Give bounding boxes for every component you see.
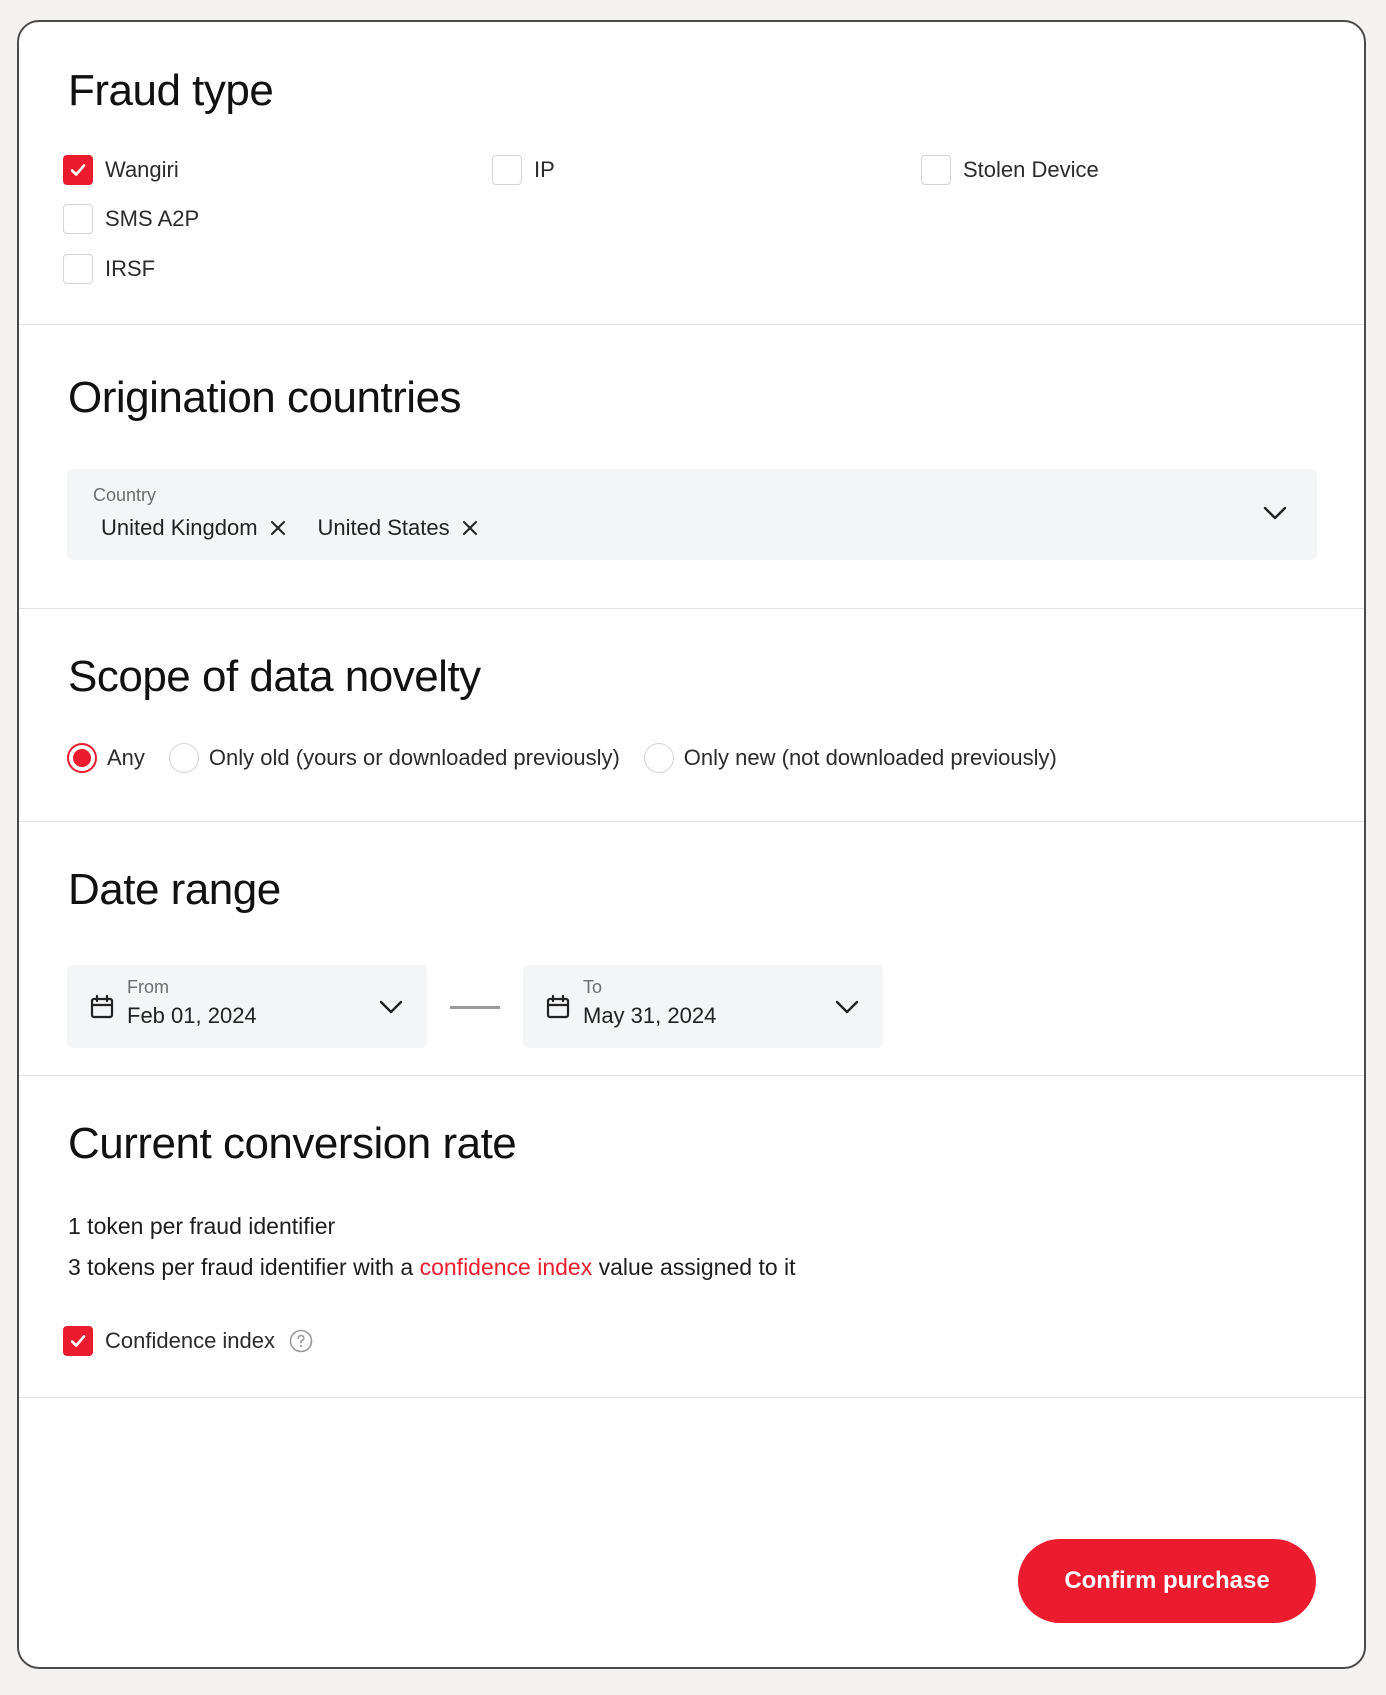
remove-chip-icon[interactable] bbox=[268, 518, 288, 538]
checkbox-label: SMS A2P bbox=[105, 206, 200, 231]
radio-unselected-icon[interactable] bbox=[168, 743, 199, 773]
radio-selected-icon[interactable] bbox=[67, 743, 97, 773]
checkbox-unchecked-icon[interactable] bbox=[492, 155, 522, 185]
checkbox-unchecked-icon[interactable] bbox=[63, 204, 93, 234]
checkbox-confidence-index[interactable]: Confidence index bbox=[63, 1325, 313, 1357]
conversion-line-2-suffix: value assigned to it bbox=[592, 1254, 796, 1280]
chip-label: United States bbox=[317, 515, 450, 540]
scope-radio-group: Any Only old (yours or downloaded previo… bbox=[67, 743, 1081, 773]
scope-title: Scope of data novelty bbox=[68, 652, 481, 701]
scope-section: Scope of data novelty Any Only old (your… bbox=[19, 609, 1364, 822]
checkbox-label: IRSF bbox=[105, 256, 156, 281]
checkbox-label: Confidence index bbox=[105, 1328, 276, 1353]
checkbox-checked-icon[interactable] bbox=[63, 1326, 93, 1356]
checkbox-label: Wangiri bbox=[105, 157, 179, 182]
country-chips: United Kingdom United States bbox=[101, 515, 510, 541]
checkbox-unchecked-icon[interactable] bbox=[63, 254, 93, 284]
date-range-title: Date range bbox=[68, 865, 281, 914]
confidence-index-link[interactable]: confidence index bbox=[420, 1254, 593, 1280]
chip-united-kingdom: United Kingdom bbox=[101, 515, 288, 541]
chip-label: United Kingdom bbox=[101, 515, 258, 540]
footer-section: Confirm purchase bbox=[19, 1398, 1364, 1667]
checkbox-label: Stolen Device bbox=[963, 157, 1099, 182]
conversion-line-1: 1 token per fraud identifier bbox=[68, 1213, 336, 1239]
checkbox-unchecked-icon[interactable] bbox=[921, 155, 951, 185]
calendar-icon bbox=[546, 994, 570, 1019]
radio-only-new[interactable]: Only new (not downloaded previously) bbox=[643, 743, 1057, 773]
checkbox-label: IP bbox=[534, 157, 555, 182]
fraud-type-section: Fraud type Wangiri IP Stolen Device SMS … bbox=[19, 22, 1364, 325]
checkbox-checked-icon[interactable] bbox=[63, 155, 93, 185]
conversion-title: Current conversion rate bbox=[68, 1119, 517, 1168]
conversion-line-2-prefix: 3 tokens per fraud identifier with a bbox=[68, 1254, 420, 1280]
date-from-caption: From bbox=[127, 977, 169, 997]
checkbox-irsf[interactable]: IRSF bbox=[63, 253, 155, 285]
calendar-icon bbox=[90, 994, 114, 1019]
origination-section: Origination countries Country United Kin… bbox=[19, 325, 1364, 609]
purchase-form-card: Fraud type Wangiri IP Stolen Device SMS … bbox=[17, 20, 1366, 1669]
country-multiselect[interactable]: Country United Kingdom United States bbox=[67, 469, 1317, 560]
date-to-caption: To bbox=[583, 977, 603, 997]
remove-chip-icon[interactable] bbox=[460, 518, 480, 538]
chip-united-states: United States bbox=[318, 515, 480, 541]
radio-label: Only old (yours or downloaded previously… bbox=[208, 745, 620, 770]
help-icon[interactable] bbox=[289, 1329, 313, 1353]
date-from-field[interactable]: From Feb 01, 2024 bbox=[67, 965, 427, 1048]
date-to-field[interactable]: To May 31, 2024 bbox=[523, 965, 883, 1048]
confirm-purchase-button[interactable]: Confirm purchase bbox=[1018, 1539, 1316, 1623]
radio-only-old[interactable]: Only old (yours or downloaded previously… bbox=[168, 743, 620, 773]
date-to-value: May 31, 2024 bbox=[583, 1003, 717, 1028]
chevron-down-icon[interactable] bbox=[1261, 499, 1289, 527]
date-from-value: Feb 01, 2024 bbox=[127, 1003, 257, 1028]
checkbox-stolen-device[interactable]: Stolen Device bbox=[921, 154, 1099, 186]
date-range-section: Date range From Feb 01, 2024 To May 31, … bbox=[19, 822, 1364, 1076]
checkbox-sms-a2p[interactable]: SMS A2P bbox=[63, 203, 199, 235]
chevron-down-icon[interactable] bbox=[377, 993, 405, 1021]
conversion-line-2: 3 tokens per fraud identifier with a con… bbox=[68, 1254, 796, 1281]
checkbox-ip[interactable]: IP bbox=[492, 154, 555, 186]
country-caption: Country bbox=[93, 485, 157, 505]
checkbox-wangiri[interactable]: Wangiri bbox=[63, 154, 179, 186]
radio-label: Only new (not downloaded previously) bbox=[683, 745, 1057, 770]
chevron-down-icon[interactable] bbox=[833, 993, 861, 1021]
radio-unselected-icon[interactable] bbox=[643, 743, 674, 773]
origination-title: Origination countries bbox=[68, 373, 462, 422]
radio-any[interactable]: Any bbox=[67, 743, 145, 773]
date-range-separator bbox=[450, 1006, 500, 1009]
radio-label: Any bbox=[107, 745, 145, 770]
conversion-section: Current conversion rate 1 token per frau… bbox=[19, 1076, 1364, 1398]
fraud-type-title: Fraud type bbox=[68, 66, 274, 115]
